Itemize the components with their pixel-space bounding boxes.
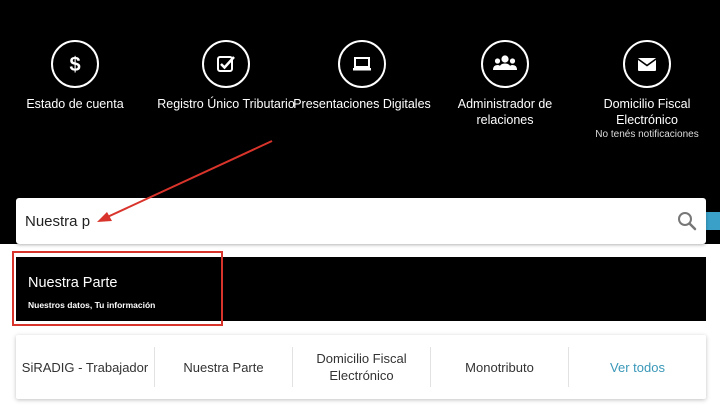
envelope-icon [623, 40, 671, 88]
svg-text:$: $ [69, 54, 80, 75]
header: $ Estado de cuenta Registro Único Tribut… [0, 0, 720, 198]
tile-label: Domicilio Fiscal Electrónico [603, 97, 691, 127]
search-input[interactable] [16, 198, 656, 244]
checkbox-icon [202, 40, 250, 88]
tile-label: Estado de cuenta [26, 97, 124, 111]
laptop-icon [338, 40, 386, 88]
notifications-status: No tenés notificaciones [595, 129, 699, 140]
users-icon [481, 40, 529, 88]
tile-label: Presentaciones Digitales [293, 97, 431, 111]
shortcut-domicilio-fiscal[interactable]: Domicilio Fiscal Electrónico [293, 335, 430, 399]
tile-label: Administrador de relaciones [457, 97, 553, 127]
tile-presentaciones-digitales[interactable]: Presentaciones Digitales [292, 40, 432, 112]
shortcuts-bar: SiRADIG - Trabajador Nuestra Parte Domic… [16, 335, 706, 399]
annotation-highlight-box [12, 251, 223, 326]
see-all-link[interactable]: Ver todos [569, 335, 706, 399]
search-icon[interactable] [676, 210, 698, 237]
tile-label: Registro Único Tributario [157, 97, 295, 111]
tile-registro-unico-tributario[interactable]: Registro Único Tributario [156, 40, 296, 112]
accent-bar [706, 212, 720, 230]
tile-administrador-de-relaciones[interactable]: Administrador de relaciones [435, 40, 575, 128]
shortcut-nuestra-parte[interactable]: Nuestra Parte [155, 335, 292, 399]
shortcut-siradig[interactable]: SiRADIG - Trabajador [16, 335, 154, 399]
search-bar [16, 198, 706, 244]
shortcut-monotributo[interactable]: Monotributo [431, 335, 568, 399]
tile-domicilio-fiscal-electronico[interactable]: Domicilio Fiscal Electrónico No tenés no… [577, 40, 717, 140]
dollar-icon: $ [51, 40, 99, 88]
tile-estado-de-cuenta[interactable]: $ Estado de cuenta [5, 40, 145, 112]
